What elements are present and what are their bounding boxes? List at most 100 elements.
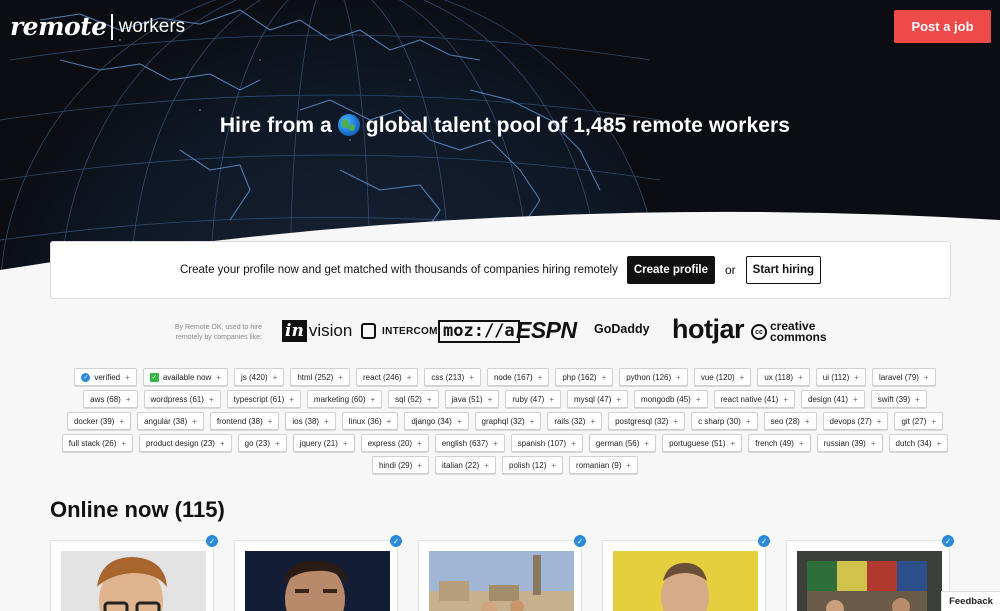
skill-tag[interactable]: full stack (26) + — [61, 434, 134, 452]
skill-tag[interactable]: product design (23) + — [139, 434, 232, 452]
skill-tag[interactable]: italian (22) + — [434, 456, 496, 474]
skill-tag[interactable]: dutch (34) + — [888, 434, 949, 452]
add-icon: + — [484, 460, 489, 470]
skill-tag[interactable]: rails (32) + — [547, 412, 603, 430]
skill-tag[interactable]: hindi (29) + — [371, 456, 429, 474]
feedback-button[interactable]: Feedback — [941, 591, 1000, 611]
add-icon: + — [936, 438, 942, 448]
skill-tag[interactable]: ruby (47) + — [505, 390, 562, 408]
skill-tag[interactable]: french (49) + — [748, 434, 811, 452]
skill-tag[interactable]: vue (120) + — [693, 368, 752, 386]
skill-tag[interactable]: typescript (61) + — [226, 390, 301, 408]
skill-tag[interactable]: node (167) + — [486, 368, 550, 386]
skill-tag[interactable]: react (246) + — [356, 368, 419, 386]
skill-tag[interactable]: german (56) + — [588, 434, 657, 452]
skill-tag-label: linux (36) — [348, 416, 382, 426]
skill-tag[interactable]: django (34) + — [404, 412, 469, 430]
skill-tag-label: seo (28) — [770, 416, 800, 426]
add-icon: + — [125, 394, 131, 404]
site-logo[interactable]: remote workers — [10, 12, 185, 41]
add-icon: + — [324, 416, 329, 426]
skill-tag-label: angular (38) — [144, 416, 188, 426]
skill-tag[interactable]: java (51) + — [444, 390, 500, 408]
skill-tag[interactable]: russian (39) + — [816, 434, 883, 452]
skill-tag[interactable]: devops (27) + — [822, 412, 889, 430]
add-icon: + — [783, 394, 788, 404]
skill-tag-label: react native (41) — [720, 394, 779, 404]
skill-tag[interactable]: mongodb (45) + — [634, 390, 708, 408]
post-job-button[interactable]: Post a job — [894, 10, 991, 43]
worker-card[interactable]: ✓ — [418, 534, 587, 611]
logo-script-text: remote — [10, 12, 107, 41]
skill-tag[interactable]: swift (39) + — [870, 390, 927, 408]
worker-card[interactable]: ✓ — [602, 534, 771, 611]
skill-tag[interactable]: go (23) + — [237, 434, 287, 452]
skill-tag[interactable]: html (252) + — [290, 368, 351, 386]
skill-tag[interactable]: angular (38) + — [137, 412, 204, 430]
skill-tag-label: react (246) — [363, 372, 402, 382]
skill-tag[interactable]: laravel (79) + — [871, 368, 936, 386]
add-icon: + — [370, 394, 376, 404]
skill-tag-label: aws (68) — [90, 394, 121, 404]
skill-tag[interactable]: portuguese (51) + — [662, 434, 743, 452]
skill-tag[interactable]: docker (39) + — [66, 412, 132, 430]
skill-tag[interactable]: seo (28) + — [763, 412, 817, 430]
skill-tag-label: js (420) — [240, 372, 268, 382]
worker-card[interactable]: ✓ — [234, 534, 403, 611]
skill-tag[interactable]: romanian (9) + — [569, 456, 639, 474]
skill-tag[interactable]: git (27) + — [894, 412, 944, 430]
earth-globe-icon — [337, 114, 360, 136]
skill-tag[interactable]: css (213) + — [424, 368, 481, 386]
skill-tag-label: italian (22) — [441, 460, 480, 470]
add-icon: + — [673, 416, 679, 426]
verified-check-icon: ✓ — [81, 372, 91, 382]
skill-tag[interactable]: frontend (38) + — [209, 412, 280, 430]
skill-tag[interactable]: polish (12) + — [502, 456, 564, 474]
start-hiring-button[interactable]: Start hiring — [745, 256, 822, 284]
skill-tag[interactable]: marketing (60) + — [306, 390, 383, 408]
skill-tag-label: wordpress (61) — [150, 394, 204, 404]
skill-tag-label: ruby (47) — [512, 394, 545, 404]
add-icon: + — [571, 438, 576, 448]
add-icon: + — [417, 438, 422, 448]
espn-logo: ESPN — [516, 317, 577, 343]
skill-tag[interactable]: python (126) + — [619, 368, 688, 386]
skill-tag[interactable]: mysql (47) + — [567, 390, 629, 408]
skill-tag[interactable]: wordpress (61) + — [143, 390, 221, 408]
skill-tag-label: dutch (34) — [895, 438, 932, 448]
add-icon: + — [417, 460, 422, 470]
skill-tag[interactable]: english (637) + — [434, 434, 505, 452]
worker-card[interactable]: ✓ — [50, 534, 219, 611]
skill-tag[interactable]: js (420) + — [233, 368, 285, 386]
skill-tag-label: html (252) — [297, 372, 334, 382]
skill-tag[interactable]: sql (52) + — [388, 390, 439, 408]
skill-tag-label: verified — [94, 372, 121, 382]
add-icon: + — [529, 416, 535, 426]
hero-title-before: Hire from a — [219, 114, 332, 137]
add-icon: + — [876, 416, 882, 426]
skill-tag[interactable]: c sharp (30) + — [691, 412, 758, 430]
skill-tag[interactable]: ux (118) + — [757, 368, 810, 386]
skill-tag[interactable]: php (162) + — [555, 368, 614, 386]
worker-card[interactable]: ✓ — [786, 534, 955, 611]
skill-tag[interactable]: design (41) + — [801, 390, 865, 408]
skill-tag[interactable]: ✓ available now + — [142, 368, 228, 386]
skill-tag[interactable]: postgresql (32) + — [608, 412, 686, 430]
skill-tag[interactable]: ios (38) + — [285, 412, 336, 430]
cta-text: Create your profile now and get matched … — [179, 264, 618, 276]
skill-tag-label: devops (27) — [829, 416, 872, 426]
skill-tag[interactable]: graphql (32) + — [474, 412, 542, 430]
skill-tag[interactable]: react native (41) + — [713, 390, 795, 408]
skill-tag[interactable]: linux (36) + — [341, 412, 399, 430]
invision-logo: in vision — [282, 320, 352, 342]
skill-tag[interactable]: express (20) + — [360, 434, 429, 452]
add-icon: + — [798, 438, 804, 448]
skill-tag[interactable]: jquery (21) + — [292, 434, 355, 452]
skill-tag[interactable]: spanish (107) + — [510, 434, 583, 452]
skill-tag-label: node (167) — [493, 372, 533, 382]
add-icon: + — [931, 416, 937, 426]
skill-tag[interactable]: aws (68) + — [83, 390, 138, 408]
create-profile-button[interactable]: Create profile — [626, 256, 715, 284]
skill-tag[interactable]: ui (112) + — [815, 368, 866, 386]
skill-tag[interactable]: ✓ verified + — [74, 368, 137, 386]
